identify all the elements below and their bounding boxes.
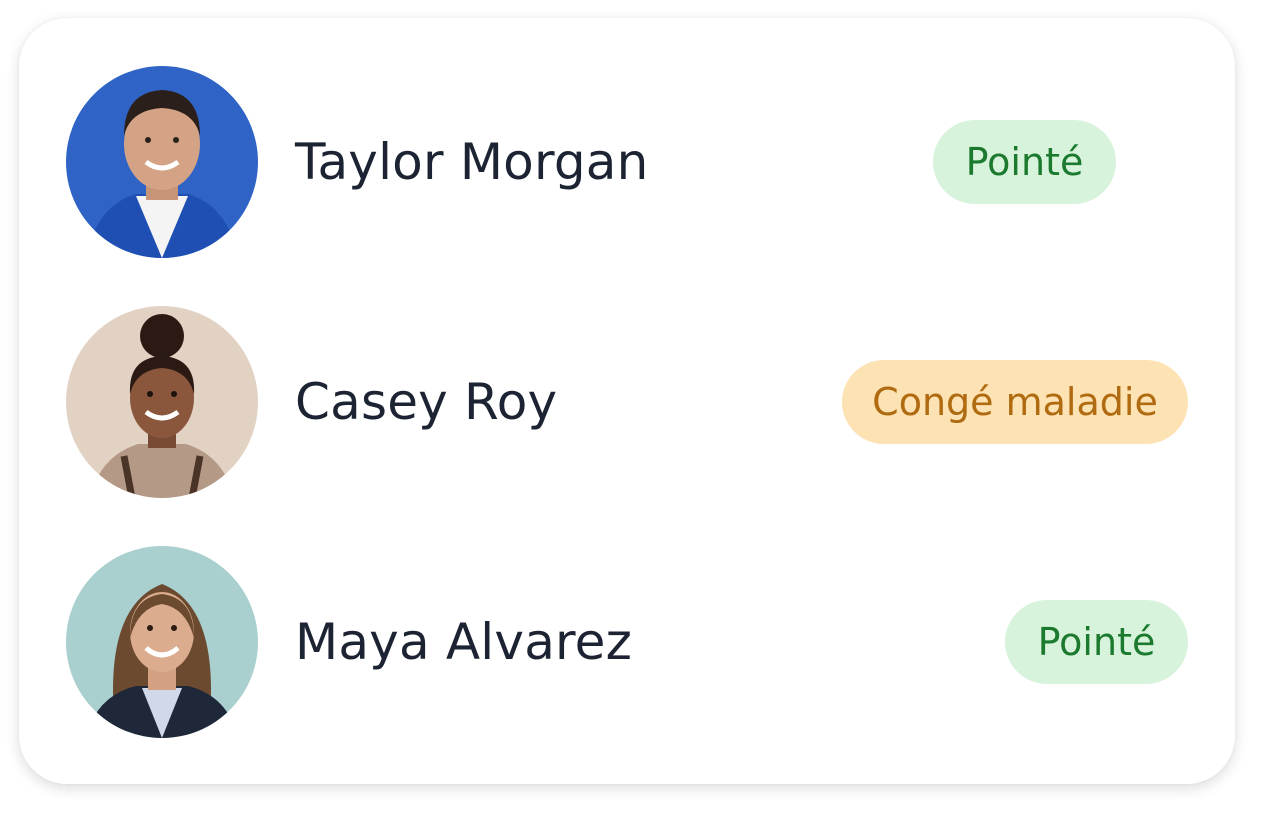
employee-name: Taylor Morgan	[295, 133, 649, 191]
status-badge: Pointé	[1005, 600, 1188, 684]
avatar	[66, 546, 258, 738]
avatar	[66, 66, 258, 258]
avatar	[66, 306, 258, 498]
employee-name: Maya Alvarez	[295, 613, 633, 671]
status-badge: Congé maladie	[842, 360, 1188, 444]
list-item[interactable]: Maya Alvarez Pointé	[19, 546, 1235, 738]
employee-status-card: Taylor Morgan Pointé Casey Roy Congé mal…	[19, 18, 1235, 784]
list-item[interactable]: Taylor Morgan Pointé	[19, 66, 1235, 258]
status-badge: Pointé	[933, 120, 1116, 204]
list-item[interactable]: Casey Roy Congé maladie	[19, 306, 1235, 498]
employee-name: Casey Roy	[295, 373, 558, 431]
